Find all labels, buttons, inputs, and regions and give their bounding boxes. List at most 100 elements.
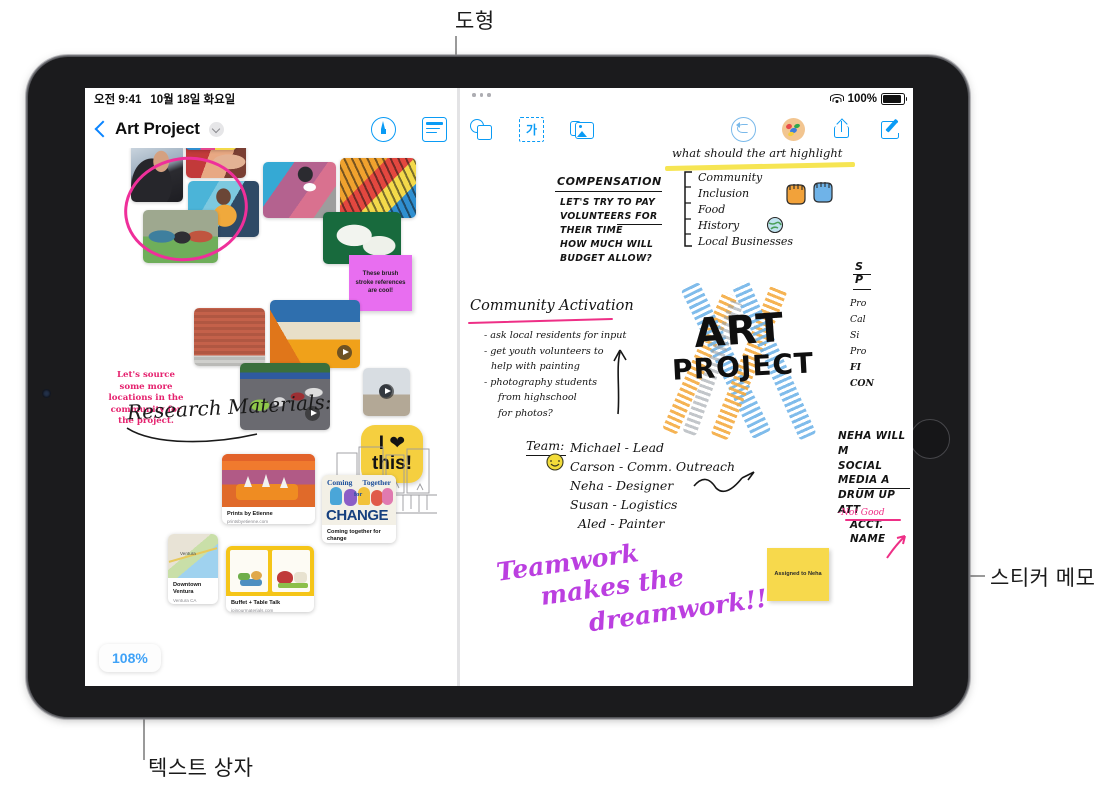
photo-yellow-building[interactable]: [270, 300, 360, 368]
right-list-heading: S P: [855, 260, 863, 286]
compensation-heading: COMPENSATION: [557, 175, 662, 188]
status-bar-right: 100%: [460, 88, 913, 110]
photo-beach-person[interactable]: [363, 368, 410, 416]
multitask-handle[interactable]: [472, 93, 491, 97]
photo-color-strip[interactable]: [185, 148, 237, 150]
back-chevron-icon[interactable]: [95, 120, 106, 139]
status-bar: 오전 9:41 10월 18일 화요일: [85, 88, 457, 110]
left-toolbar: Art Project: [85, 110, 457, 148]
team-member: Susan - Logistics: [570, 497, 678, 512]
link-card-sub: Ventura CA United States Maps: [173, 597, 201, 604]
fist-icon: [813, 182, 833, 203]
chevron-down-icon[interactable]: [208, 121, 224, 137]
change-card-word-mid: for: [354, 491, 363, 498]
photo-brick-wall[interactable]: [194, 308, 265, 366]
photo-abstract-mural[interactable]: [340, 158, 416, 218]
status-time: 오전 9:41: [94, 94, 142, 106]
compensation-line: LET'S TRY TO PAY: [560, 197, 656, 208]
right-pane: 100% 가 COMPENSATION LET'S TRY TO PAY VOL…: [460, 88, 913, 686]
play-badge[interactable]: [337, 345, 352, 360]
link-card-title: Coming together for change: [327, 529, 381, 543]
status-date: 10월 18일 화요일: [150, 94, 236, 106]
pink-arrow-icon: [886, 535, 906, 559]
zoom-level-badge[interactable]: 108%: [99, 644, 161, 672]
wifi-icon: [829, 93, 844, 105]
activation-items: - ask local residents for input - get yo…: [484, 328, 626, 421]
activation-item: for photos?: [498, 407, 553, 419]
compensation-line: HOW MUCH WILL: [560, 238, 654, 250]
right-list-underline: [853, 274, 871, 276]
left-canvas[interactable]: These brush stroke references are cool!: [85, 148, 457, 686]
page-title: Art Project: [115, 119, 200, 138]
right-list-item: CON: [850, 377, 874, 389]
battery-icon: [881, 92, 908, 106]
callout-label-sticky-note: 스티커 메모: [990, 567, 1096, 590]
undo-icon[interactable]: [731, 116, 756, 142]
highlight-list: Community Inclusion Food History Local B…: [698, 170, 793, 250]
globe-icon: [766, 216, 784, 234]
activation-item: help with painting: [491, 361, 580, 373]
neha-note-underline: [858, 488, 910, 490]
right-list-item: Cal: [850, 313, 866, 325]
right-list-item: FI: [850, 361, 861, 373]
ipad-device-frame: 오전 9:41 10월 18일 화요일 Art Project These br…: [25, 54, 971, 720]
activation-heading: Community Activation: [470, 298, 634, 314]
share-icon[interactable]: [831, 118, 854, 141]
link-card-buffet[interactable]: Buffet + Table Talk joinourmaterials.com: [226, 546, 314, 612]
callout-label-shape: 도형: [455, 10, 495, 33]
battery-percent: 100%: [847, 93, 877, 105]
right-toolbar: 가: [460, 110, 913, 148]
bracket-icon: [684, 171, 692, 247]
note-card-icon[interactable]: [422, 116, 447, 142]
compensation-underline: [555, 191, 662, 193]
fist-icon: [786, 184, 806, 205]
curved-arrow-right-icon: [693, 471, 755, 493]
photo-mural-feet[interactable]: [263, 162, 336, 218]
right-list-heading-line: S: [855, 260, 863, 273]
change-card-word-big: CHANGE: [326, 507, 389, 524]
activation-item: from highschool: [498, 392, 577, 404]
link-card-prints[interactable]: Prints by Etienne printsbyetienne.com: [222, 454, 315, 524]
media-photo-icon[interactable]: [570, 118, 594, 141]
right-list-items: Pro Cal Si Pro FI CON: [850, 296, 874, 392]
research-underline-swoosh: [126, 427, 258, 443]
compensation-line: VOLUNTEERS FOR: [560, 210, 658, 222]
callout-label-text-box: 텍스트 상자: [148, 757, 254, 780]
pink-crossed-note: -Not Good: [838, 508, 885, 518]
compose-icon[interactable]: [880, 117, 904, 141]
right-list-underline-2: [853, 289, 871, 291]
right-list-item: Pro: [850, 345, 867, 357]
highlight-question: what should the art highlight: [672, 148, 843, 160]
team-member: Aled - Painter: [578, 516, 665, 531]
activation-item: - get youth volunteers to: [484, 345, 604, 357]
sticky-note-assigned[interactable]: Assigned to Neha: [767, 548, 829, 601]
neha-note-line: NEHA WILL M: [838, 430, 906, 457]
shapes-icon[interactable]: [470, 118, 493, 141]
ipad-screen: 오전 9:41 10월 18일 화요일 Art Project These br…: [85, 88, 913, 686]
link-card-title: Downtown Ventura: [173, 582, 202, 596]
play-badge[interactable]: [379, 384, 394, 399]
highlight-list-item: Community: [698, 171, 763, 184]
link-card-title: Buffet + Table Talk: [231, 600, 281, 606]
link-card-map[interactable]: Ventura Downtown Ventura Ventura CA Unit…: [168, 534, 218, 604]
home-button[interactable]: [910, 419, 950, 459]
markup-pen-icon[interactable]: [371, 116, 396, 142]
right-canvas[interactable]: COMPENSATION LET'S TRY TO PAY VOLUNTEERS…: [460, 148, 913, 686]
curved-arrow-up-icon: [613, 349, 627, 415]
highlight-list-item: Local Businesses: [698, 234, 794, 248]
neha-note-line: SOCIAL MEDIA A: [838, 459, 890, 487]
left-pane: 오전 9:41 10월 18일 화요일 Art Project These br…: [85, 88, 457, 686]
compensation-line: BUDGET ALLOW?: [560, 252, 653, 264]
text-box-icon[interactable]: 가: [519, 116, 544, 142]
front-camera: [42, 389, 51, 398]
color-palette-icon[interactable]: [782, 117, 805, 141]
smiley-icon: [546, 453, 564, 471]
change-card-word-topright: Together: [362, 478, 391, 487]
link-card-change[interactable]: Coming Together for CHANGE Coming togeth…: [322, 475, 396, 543]
change-card-word-topleft: Coming: [327, 478, 353, 487]
pink-underline: [467, 317, 614, 325]
link-card-title: Prints by Etienne: [227, 511, 273, 517]
highlight-list-item: Inclusion: [698, 186, 750, 200]
activation-item: - ask local residents for input: [484, 330, 627, 341]
compensation-body: LET'S TRY TO PAY VOLUNTEERS FOR THEIR TI…: [560, 196, 657, 266]
